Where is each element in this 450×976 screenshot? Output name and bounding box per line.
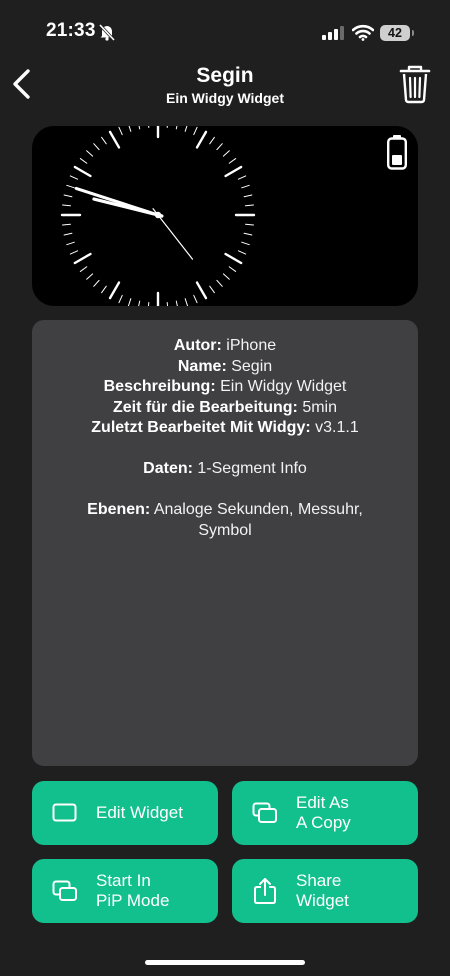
status-time: 21:33 bbox=[46, 20, 96, 41]
share-widget-label: Share Widget bbox=[296, 871, 349, 910]
pip-icon bbox=[52, 880, 77, 901]
clock-minute-tick bbox=[175, 126, 178, 130]
battery-icon bbox=[387, 135, 408, 170]
clock-minute-tick bbox=[175, 300, 178, 306]
clock-minute-tick bbox=[93, 143, 100, 151]
clock-hour-tick bbox=[108, 130, 121, 149]
share-icon bbox=[254, 878, 276, 904]
info-author: Autor: iPhone bbox=[173, 337, 277, 354]
clock-minute-tick bbox=[86, 273, 94, 280]
clock-minute-tick bbox=[147, 302, 150, 306]
page-title: Segin bbox=[196, 64, 254, 87]
clock-minute-tick bbox=[101, 136, 107, 145]
clock-center-pin bbox=[154, 211, 162, 219]
clock-hour-tick bbox=[108, 281, 121, 300]
info-last-edited: Zuletzt Bearbeitet Mit Widgy: v3.1.1 bbox=[91, 419, 359, 436]
share-widget-button[interactable]: Share Widget bbox=[232, 859, 418, 923]
info-data: Daten: 1-Segment Info bbox=[143, 460, 307, 477]
clock-minute-tick bbox=[86, 150, 94, 157]
clock-minute-tick bbox=[66, 184, 75, 189]
clock-minute-tick bbox=[101, 285, 107, 294]
widget-info-card: Autor: iPhone Name: Segin Beschreibung: … bbox=[32, 320, 418, 766]
clock-minute-tick bbox=[128, 126, 132, 132]
clock-minute-tick bbox=[69, 175, 79, 180]
edit-as-copy-button[interactable]: Edit As A Copy bbox=[232, 781, 418, 845]
clock-minute-tick bbox=[241, 241, 250, 246]
clock-minute-tick bbox=[222, 150, 230, 157]
clock-minute-tick bbox=[237, 250, 247, 255]
clock-minute-tick bbox=[245, 223, 254, 226]
clock-minute-tick bbox=[237, 175, 247, 180]
clock-minute-tick bbox=[79, 266, 88, 272]
clock-hour-tick bbox=[73, 165, 92, 178]
wifi-icon bbox=[352, 24, 374, 41]
clock-minute-tick bbox=[127, 298, 132, 306]
clock-minute-tick bbox=[138, 300, 141, 306]
nav-bar: Segin Ein Widgy Widget bbox=[0, 56, 450, 112]
clock-minute-tick bbox=[63, 232, 73, 236]
clock-minute-tick bbox=[216, 279, 223, 287]
stacked-rectangles-icon bbox=[252, 802, 277, 823]
bell-slash-icon bbox=[98, 23, 116, 41]
clock-minute-tick bbox=[69, 250, 79, 255]
clock-hour-tick bbox=[195, 281, 208, 300]
clock-minute-tick bbox=[63, 194, 73, 198]
clock-minute-tick bbox=[118, 126, 123, 136]
clock-minute-tick bbox=[93, 279, 100, 287]
cellular-signal-icon bbox=[322, 26, 344, 40]
clock-minute-tick bbox=[118, 294, 123, 304]
clock-minute-hand bbox=[74, 186, 164, 218]
trash-icon[interactable] bbox=[396, 64, 434, 104]
clock-hour-tick bbox=[224, 252, 243, 265]
clock-minute-tick bbox=[222, 273, 230, 280]
page-subtitle: Ein Widgy Widget bbox=[166, 90, 284, 106]
clock-minute-tick bbox=[228, 266, 237, 272]
edit-widget-label: Edit Widget bbox=[96, 803, 183, 822]
clock-minute-tick bbox=[193, 126, 198, 136]
clock-minute-tick bbox=[209, 136, 215, 145]
battery-level: 42 bbox=[388, 26, 402, 40]
clock-minute-tick bbox=[209, 285, 215, 294]
edit-widget-button[interactable]: Edit Widget bbox=[32, 781, 218, 845]
clock-minute-tick bbox=[184, 298, 189, 306]
info-edit-time: Zeit für die Bearbeitung: 5min bbox=[112, 398, 338, 416]
clock-minute-tick bbox=[62, 223, 71, 226]
info-layers: Ebenen: Analoge Sekunden, Messuhr, Symbo… bbox=[87, 501, 363, 539]
clock-minute-tick bbox=[184, 126, 188, 132]
clock-minute-tick bbox=[148, 126, 150, 128]
clock-hour-tick bbox=[224, 165, 243, 178]
rectangle-icon bbox=[52, 803, 77, 822]
clock-minute-tick bbox=[241, 184, 250, 189]
info-name: Name: Segin bbox=[177, 357, 273, 375]
clock-minute-tick bbox=[228, 158, 237, 164]
clock-minute-tick bbox=[243, 232, 253, 236]
status-bar: 21:33 42 bbox=[0, 0, 450, 54]
clock-minute-tick bbox=[62, 204, 71, 207]
info-description: Beschreibung: Ein Widgy Widget bbox=[103, 378, 347, 395]
edit-as-copy-label: Edit As A Copy bbox=[296, 793, 351, 832]
start-pip-button[interactable]: Start In PiP Mode bbox=[32, 859, 218, 923]
clock-minute-tick bbox=[216, 143, 223, 151]
analog-clock bbox=[60, 126, 256, 306]
home-indicator bbox=[145, 960, 305, 965]
clock-minute-tick bbox=[66, 241, 75, 246]
clock-minute-tick bbox=[245, 204, 254, 207]
battery-status: 42 bbox=[380, 25, 414, 41]
widget-preview[interactable] bbox=[32, 126, 418, 306]
clock-minute-tick bbox=[138, 126, 141, 130]
clock-hour-tick bbox=[73, 252, 92, 265]
clock-minute-tick bbox=[79, 158, 88, 164]
start-pip-label: Start In PiP Mode bbox=[96, 871, 170, 910]
clock-minute-tick bbox=[193, 294, 198, 304]
clock-hour-tick bbox=[195, 130, 208, 149]
clock-minute-tick bbox=[166, 126, 168, 128]
clock-minute-tick bbox=[166, 302, 169, 306]
clock-minute-tick bbox=[243, 194, 253, 198]
